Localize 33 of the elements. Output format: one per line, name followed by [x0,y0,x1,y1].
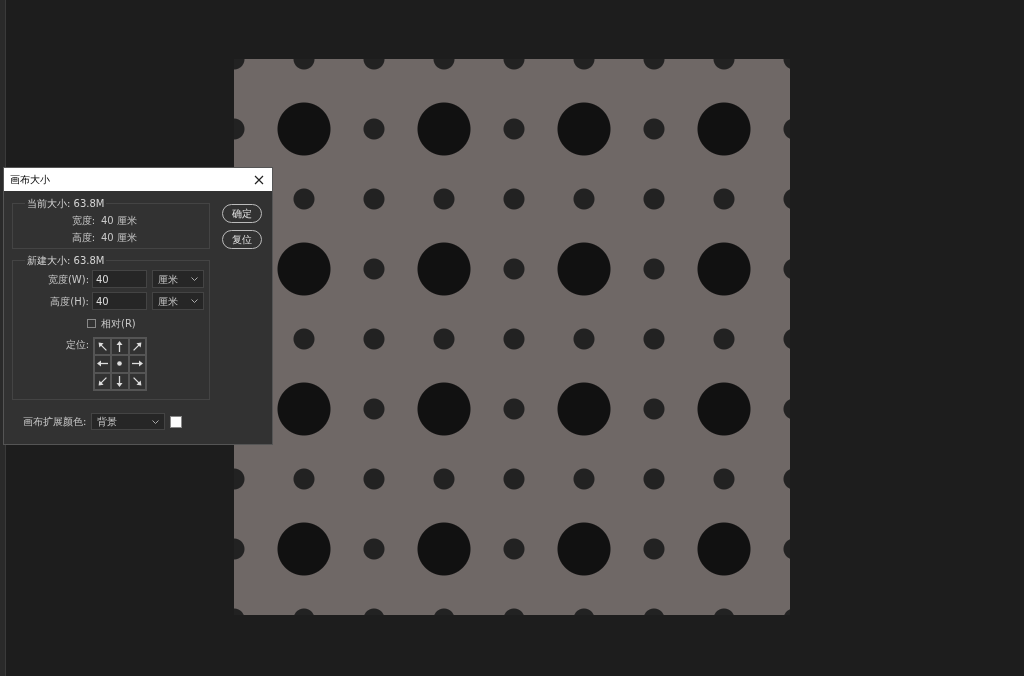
window-title: 画布大小 [10,173,50,187]
field-label: 宽度(W): [46,272,89,287]
anchor-cell[interactable] [128,355,146,373]
field-value: 40 厘米 [101,214,137,228]
group-title: 当前大小: 63.8M [25,196,107,211]
close-icon [254,174,264,185]
unit-dropdown[interactable]: 厘米 [152,270,204,288]
color-swatch[interactable] [170,415,183,428]
field-label: 定位: [64,338,89,352]
field-label: 宽度: [70,214,95,228]
field-value: 40 厘米 [101,231,137,245]
unit-dropdown[interactable]: 厘米 [152,292,204,310]
anchor-cell[interactable] [111,338,129,356]
dot-icon [117,361,123,367]
chevron-icon [191,299,198,303]
anchor-cell[interactable] [94,372,112,390]
input-field[interactable]: 40 [92,270,147,288]
field-label: 高度(H): [49,294,89,309]
input-field[interactable]: 40 [92,292,147,310]
anchor-cell[interactable] [94,355,112,373]
group-title: 新建大小: 63.8M [25,253,107,268]
anchor-cell[interactable] [128,338,146,356]
chevron-icon [191,277,198,281]
color-dropdown[interactable]: 背景 [91,413,166,430]
anchor-cell[interactable] [128,372,146,390]
checkbox-label: 相对(R) [101,317,136,331]
chevron-icon [152,419,160,424]
anchor-cell[interactable] [111,372,129,390]
anchor-cell[interactable] [94,338,112,356]
field-label: 高度: [70,231,95,245]
anchor-cell[interactable] [111,355,129,373]
field-label: 画布扩展颜色: [23,415,87,429]
checkbox[interactable] [87,319,96,328]
